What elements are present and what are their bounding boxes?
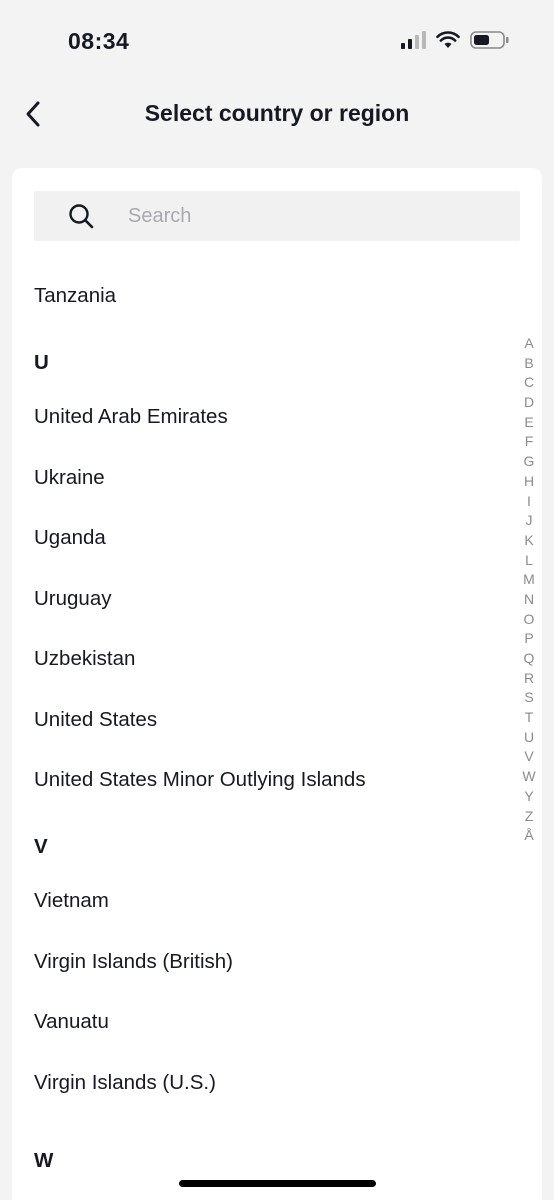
country-panel: Tanzania U United Arab Emirates Ukraine … — [12, 168, 542, 1200]
alphabet-index-letter[interactable]: R — [524, 669, 534, 689]
alphabet-index-letter[interactable]: N — [524, 590, 534, 610]
search-icon — [68, 202, 96, 230]
search-input[interactable] — [128, 204, 488, 228]
status-bar: 08:34 — [0, 0, 554, 80]
alphabet-index-letter[interactable]: Z — [525, 807, 534, 827]
alphabet-index-letter[interactable]: A — [524, 334, 533, 354]
list-item[interactable]: Tanzania — [12, 266, 492, 327]
list-item[interactable]: Virgin Islands (British) — [12, 932, 492, 993]
status-time: 08:34 — [68, 28, 130, 54]
status-icons — [401, 30, 510, 50]
alphabet-index-letter[interactable]: C — [524, 373, 534, 393]
section-header-w: W — [34, 1149, 54, 1172]
alphabet-index-letter[interactable]: Y — [524, 787, 533, 807]
alphabet-index-letter[interactable]: S — [524, 688, 533, 708]
alphabet-index-letter[interactable]: M — [523, 570, 535, 590]
list-item[interactable]: Virgin Islands (U.S.) — [12, 1053, 492, 1114]
alphabet-index-letter[interactable]: T — [525, 708, 534, 728]
alphabet-index-letter[interactable]: V — [524, 747, 533, 767]
alphabet-index-letter[interactable]: Q — [524, 649, 535, 669]
list-item[interactable]: United States Minor Outlying Islands — [12, 750, 492, 811]
alphabet-index[interactable]: ABCDEFGHIJKLMNOPQRSTUVWYZÅ — [518, 334, 540, 846]
list-item[interactable]: Uganda — [12, 508, 492, 569]
alphabet-index-letter[interactable]: K — [524, 531, 533, 551]
home-indicator — [179, 1180, 376, 1187]
alphabet-index-letter[interactable]: H — [524, 472, 534, 492]
alphabet-index-letter[interactable]: L — [525, 551, 533, 571]
alphabet-index-letter[interactable]: D — [524, 393, 534, 413]
alphabet-index-letter[interactable]: B — [524, 354, 533, 374]
list-item[interactable]: Uruguay — [12, 569, 492, 630]
list-item[interactable]: Uzbekistan — [12, 629, 492, 690]
section-header-u: U — [34, 351, 49, 374]
alphabet-index-letter[interactable]: O — [524, 610, 535, 630]
battery-icon — [470, 30, 510, 50]
country-list: Tanzania U United Arab Emirates Ukraine … — [12, 266, 492, 1173]
alphabet-index-letter[interactable]: F — [525, 432, 534, 452]
list-item[interactable]: Vanuatu — [12, 992, 492, 1053]
section-header-v: V — [34, 835, 48, 858]
alphabet-index-letter[interactable]: U — [524, 728, 534, 748]
list-item[interactable]: United States — [12, 690, 492, 751]
alphabet-index-letter[interactable]: E — [524, 413, 533, 433]
alphabet-index-letter[interactable]: Å — [524, 826, 533, 846]
page-title: Select country or region — [144, 100, 410, 126]
alphabet-index-letter[interactable]: P — [524, 629, 533, 649]
alphabet-index-letter[interactable]: W — [522, 767, 535, 787]
cellular-signal-icon — [401, 31, 426, 49]
alphabet-index-letter[interactable]: J — [526, 511, 533, 531]
search-bar[interactable] — [34, 191, 520, 241]
nav-bar: Select country or region — [0, 84, 554, 146]
list-item[interactable]: Ukraine — [12, 448, 492, 509]
list-item[interactable]: United Arab Emirates — [12, 387, 492, 448]
alphabet-index-letter[interactable]: I — [527, 492, 531, 512]
list-item[interactable]: Vietnam — [12, 871, 492, 932]
wifi-icon — [436, 31, 460, 49]
alphabet-index-letter[interactable]: G — [524, 452, 535, 472]
